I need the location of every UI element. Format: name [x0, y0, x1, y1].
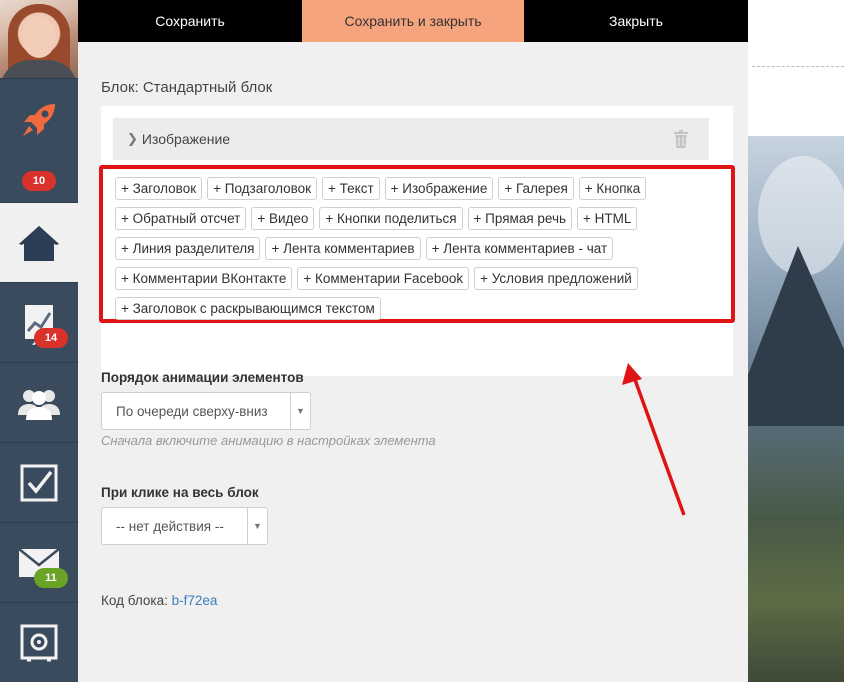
- save-button[interactable]: Сохранить: [78, 0, 302, 42]
- add-html-button[interactable]: + HTML: [577, 207, 638, 230]
- animation-order-value: По очереди сверху-вниз: [116, 403, 268, 419]
- left-sidebar: 10 14 11: [0, 0, 78, 682]
- add-offer-terms-button[interactable]: + Условия предложений: [474, 267, 638, 290]
- editor-toolbar: Сохранить Сохранить и закрыть Закрыть: [78, 0, 748, 42]
- add-image-button[interactable]: + Изображение: [384, 177, 494, 200]
- animation-order-select[interactable]: По очереди сверху-вниз ▼: [101, 392, 311, 430]
- avatar[interactable]: [0, 0, 78, 78]
- add-collapsible-heading-button[interactable]: + Заголовок с раскрывающимся текстом: [115, 297, 381, 320]
- block-elements-card: ❯ Изображение + Заголовок + Подзаголовок…: [99, 106, 735, 376]
- sidebar-item-home[interactable]: [0, 202, 78, 282]
- add-divider-button[interactable]: + Линия разделителя: [115, 237, 261, 260]
- safe-icon: [20, 624, 58, 661]
- close-button[interactable]: Закрыть: [524, 0, 748, 42]
- add-vk-comments-button[interactable]: + Комментарии ВКонтакте: [115, 267, 293, 290]
- checkbox-icon: [20, 464, 58, 501]
- block-click-select[interactable]: -- нет действия -- ▼: [101, 507, 268, 545]
- chart-badge: 14: [34, 328, 68, 348]
- add-button-button[interactable]: + Кнопка: [578, 177, 647, 200]
- sidebar-item-users[interactable]: [0, 362, 78, 442]
- image-element-row[interactable]: ❯ Изображение: [113, 118, 709, 160]
- add-element-buttons: + Заголовок + Подзаголовок + Текст + Изо…: [115, 177, 721, 320]
- add-heading-button[interactable]: + Заголовок: [115, 177, 203, 200]
- add-subheading-button[interactable]: + Подзаголовок: [207, 177, 318, 200]
- block-click-label: При клике на весь блок: [101, 485, 259, 500]
- sidebar-item-rocket[interactable]: [0, 78, 78, 160]
- add-video-button[interactable]: + Видео: [251, 207, 315, 230]
- add-comments-feed-button[interactable]: + Лента комментариев: [265, 237, 421, 260]
- annotation-arrow-icon: [622, 363, 686, 516]
- users-icon: [18, 389, 60, 420]
- add-share-buttons-button[interactable]: + Кнопки поделиться: [319, 207, 463, 230]
- trash-icon[interactable]: [673, 130, 689, 153]
- block-code: Код блока: b-f72ea: [101, 593, 217, 608]
- block-code-label: Код блока:: [101, 593, 172, 608]
- add-facebook-comments-button[interactable]: + Комментарии Facebook: [297, 267, 470, 290]
- sidebar-item-safe[interactable]: [0, 602, 78, 682]
- animation-hint: Сначала включите анимацию в настройках э…: [101, 433, 436, 448]
- add-comments-chat-button[interactable]: + Лента комментариев - чат: [425, 237, 614, 260]
- sidebar-item-stats[interactable]: [0, 282, 78, 362]
- chevron-right-icon[interactable]: ❯: [127, 131, 138, 147]
- add-quote-button[interactable]: + Прямая речь: [467, 207, 573, 230]
- sidebar-item-tasks[interactable]: [0, 442, 78, 522]
- save-and-close-button[interactable]: Сохранить и закрыть: [302, 0, 524, 42]
- block-click-value: -- нет действия --: [116, 518, 224, 534]
- rocket-icon: [23, 103, 55, 136]
- add-element-highlight: + Заголовок + Подзаголовок + Текст + Изо…: [99, 165, 735, 323]
- preview-divider: [752, 66, 844, 67]
- block-title: Блок: Стандартный блок: [101, 79, 273, 96]
- home-icon: [19, 225, 59, 261]
- sidebar-item-mail[interactable]: [0, 522, 78, 602]
- add-countdown-button[interactable]: + Обратный отсчет: [115, 207, 247, 230]
- rocket-badge: 10: [22, 171, 56, 191]
- preview-top-area: [748, 0, 844, 136]
- chevron-down-icon: ▼: [247, 508, 267, 544]
- preview-background-image: [748, 136, 844, 682]
- animation-order-label: Порядок анимации элементов: [101, 370, 304, 385]
- add-text-button[interactable]: + Текст: [322, 177, 380, 200]
- add-gallery-button[interactable]: + Галерея: [498, 177, 574, 200]
- image-element-label: Изображение: [141, 131, 231, 147]
- block-code-link[interactable]: b-f72ea: [172, 593, 218, 608]
- mail-badge: 11: [34, 568, 68, 588]
- chevron-down-icon: ▼: [290, 393, 310, 429]
